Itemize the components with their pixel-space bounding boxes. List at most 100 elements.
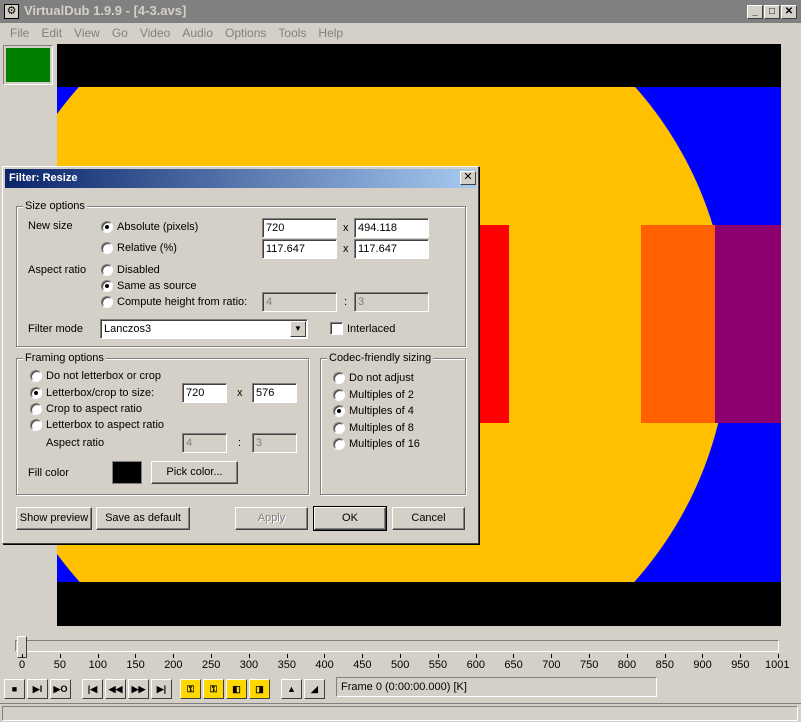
- menu-file[interactable]: File: [4, 26, 35, 40]
- minimize-button[interactable]: _: [747, 5, 763, 19]
- timeline-tick-label: 950: [731, 659, 750, 671]
- play-input-icon[interactable]: ▶I: [27, 679, 48, 699]
- by-label: x: [343, 222, 349, 234]
- letterbox-size-radio[interactable]: [30, 387, 42, 399]
- next-key-icon[interactable]: ⚿: [203, 679, 224, 699]
- maximize-button[interactable]: □: [764, 5, 780, 19]
- codec-option-radio[interactable]: [333, 438, 345, 450]
- framing-options-legend: Framing options: [23, 352, 106, 364]
- pick-color-button[interactable]: Pick color...: [151, 461, 238, 484]
- relative-width-field[interactable]: 117.647: [262, 239, 337, 259]
- go-start-icon[interactable]: |◀: [82, 679, 103, 699]
- codec-option-label[interactable]: Multiples of 8: [349, 422, 414, 434]
- chevron-down-icon[interactable]: ▼: [290, 321, 306, 337]
- crop-aspect-label[interactable]: Crop to aspect ratio: [46, 403, 142, 415]
- codec-option-radio[interactable]: [333, 405, 345, 417]
- timeline-tick-label: 600: [466, 659, 485, 671]
- window-title: VirtualDub 1.9.9 - [4-3.avs]: [24, 3, 187, 18]
- timeline-tick-label: 500: [391, 659, 410, 671]
- absolute-height-field[interactable]: 494.118: [354, 218, 429, 238]
- timeline-tick-label: 200: [164, 659, 183, 671]
- codec-option-label[interactable]: Multiples of 2: [349, 389, 414, 401]
- step-back-icon[interactable]: ◀◀: [105, 679, 126, 699]
- framing-height-field[interactable]: 576: [252, 383, 297, 403]
- timeline-tick-label: 50: [53, 659, 67, 671]
- menu-edit[interactable]: Edit: [35, 26, 68, 40]
- codec-option-label[interactable]: Do not adjust: [349, 372, 414, 384]
- timeline-tick: [97, 654, 99, 658]
- ok-button[interactable]: OK: [313, 506, 387, 531]
- codec-option-radio[interactable]: [333, 372, 345, 384]
- timeline-tick-label: 650: [504, 659, 523, 671]
- timeline-tick: [173, 654, 175, 658]
- compute-height-label[interactable]: Compute height from ratio:: [117, 296, 247, 308]
- aspect-disabled-label[interactable]: Disabled: [117, 264, 160, 276]
- save-default-button[interactable]: Save as default: [96, 507, 190, 530]
- status-pane: [2, 706, 798, 721]
- timeline-track[interactable]: [15, 640, 779, 652]
- aspect-disabled-radio[interactable]: [101, 264, 113, 276]
- prev-scene-icon[interactable]: ◧: [226, 679, 247, 699]
- interlaced-checkbox[interactable]: [330, 322, 343, 335]
- menu-audio[interactable]: Audio: [176, 26, 219, 40]
- go-end-icon[interactable]: ▶|: [151, 679, 172, 699]
- menu-video[interactable]: Video: [134, 26, 176, 40]
- same-as-source-radio[interactable]: [101, 280, 113, 292]
- menu-options[interactable]: Options: [219, 26, 272, 40]
- show-preview-button[interactable]: Show preview: [16, 507, 92, 530]
- crop-aspect-radio[interactable]: [30, 403, 42, 415]
- letterbox-aspect-label[interactable]: Letterbox to aspect ratio: [46, 419, 164, 431]
- menu-tools[interactable]: Tools: [272, 26, 312, 40]
- codec-option-radio[interactable]: [333, 421, 345, 434]
- absolute-radio[interactable]: [101, 221, 113, 233]
- timeline-tick: [740, 654, 742, 658]
- no-letterbox-label[interactable]: Do not letterbox or crop: [46, 370, 161, 382]
- same-as-source-label[interactable]: Same as source: [117, 280, 196, 292]
- letterbox-aspect-radio[interactable]: [30, 419, 42, 431]
- fill-color-swatch[interactable]: [112, 461, 142, 484]
- input-frame-pane[interactable]: [3, 45, 53, 85]
- step-forward-icon[interactable]: ▶▶: [128, 679, 149, 699]
- title-bar: ⚙ VirtualDub 1.9.9 - [4-3.avs] _ □ ✕: [0, 0, 801, 23]
- timeline-tick: [475, 654, 477, 658]
- letterbox-size-label[interactable]: Letterbox/crop to size:: [46, 387, 154, 399]
- resize-filter-dialog: Filter: Resize ✕ Size options New size A…: [2, 166, 479, 544]
- compute-height-radio[interactable]: [101, 296, 113, 308]
- close-button[interactable]: ✕: [781, 5, 797, 19]
- timeline-tick-label: 300: [239, 659, 259, 671]
- interlaced-label[interactable]: Interlaced: [347, 323, 395, 335]
- timeline-tick-label: 0: [19, 659, 26, 671]
- timeline-tick: [551, 654, 553, 658]
- relative-height-field[interactable]: 117.647: [354, 239, 429, 259]
- app-icon[interactable]: ⚙: [4, 4, 19, 19]
- menu-go[interactable]: Go: [106, 26, 134, 40]
- absolute-label[interactable]: Absolute (pixels): [117, 221, 198, 233]
- stop-icon[interactable]: ■: [4, 679, 25, 699]
- no-letterbox-radio[interactable]: [30, 370, 42, 382]
- dialog-close-button[interactable]: ✕: [460, 171, 476, 185]
- play-output-icon[interactable]: ▶O: [50, 679, 71, 699]
- timeline-tick: [22, 654, 23, 658]
- cancel-button[interactable]: Cancel: [392, 507, 465, 530]
- menu-help[interactable]: Help: [312, 26, 349, 40]
- relative-label[interactable]: Relative (%): [117, 242, 177, 254]
- relative-radio[interactable]: [101, 242, 113, 254]
- menu-view[interactable]: View: [68, 26, 106, 40]
- mark-out-icon[interactable]: ◢: [304, 679, 325, 699]
- absolute-width-field[interactable]: 720: [262, 218, 337, 238]
- next-scene-icon[interactable]: ◨: [249, 679, 270, 699]
- purple-bar: [715, 225, 781, 423]
- codec-option-label[interactable]: Multiples of 4: [349, 405, 414, 417]
- framing-width-field[interactable]: 720: [182, 383, 227, 403]
- menu-bar: File Edit View Go Video Audio Options To…: [0, 23, 801, 43]
- dialog-title: Filter: Resize: [9, 172, 78, 184]
- codec-option-label[interactable]: Multiples of 16: [349, 438, 420, 450]
- codec-option-radio[interactable]: [333, 388, 345, 401]
- prev-key-icon[interactable]: ⚿: [180, 679, 201, 699]
- timeline-tick: [626, 654, 628, 658]
- codec-sizing-legend: Codec-friendly sizing: [327, 352, 434, 364]
- timeline-tick: [362, 654, 364, 658]
- timeline-tick-label: 900: [693, 659, 712, 671]
- filter-mode-select[interactable]: Lanczos3 ▼: [100, 319, 308, 339]
- mark-in-icon[interactable]: ▲: [281, 679, 302, 699]
